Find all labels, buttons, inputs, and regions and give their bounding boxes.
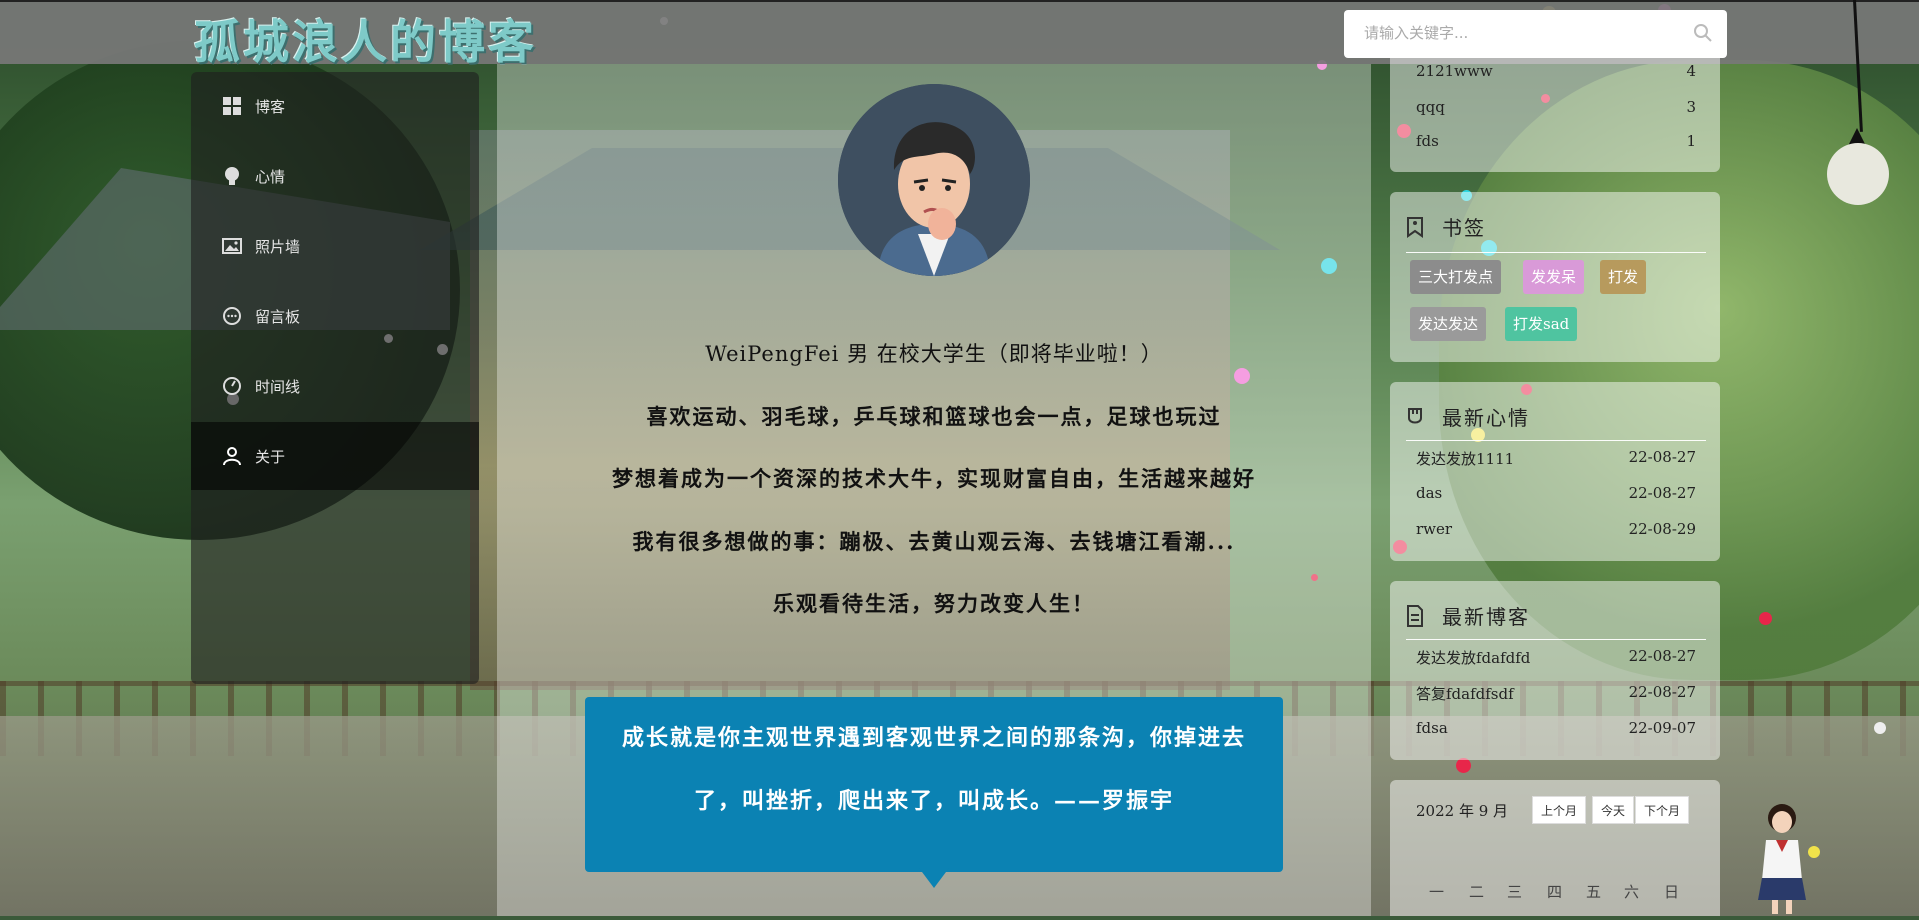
category-count: 4 [1686,62,1696,80]
mood-row[interactable]: rwer 22-08-29 [1416,520,1696,538]
nav-label: 关于 [255,447,286,466]
divider [1406,252,1706,253]
weekday-label: 日 [1664,883,1680,901]
latest-blog-card: 最新博客 发达发放fdafdfd 22-08-27 答复fdafdfsdf 22… [1390,581,1720,760]
blog-title: 发达发放fdafdfd [1416,649,1531,667]
about-line: 乐观看待生活，努力改变人生！ [773,591,1095,616]
mood-text: das [1416,484,1443,502]
blog-title: 答复fdafdfsdf [1416,685,1514,703]
nav-item-photos[interactable]: 照片墙 [191,212,479,280]
search-icon[interactable] [1693,23,1713,47]
mood-icon [1406,406,1428,428]
nav-label: 时间线 [255,377,301,396]
mood-row[interactable]: 发达发放1111 22-08-27 [1416,448,1696,469]
back-to-top-lamp[interactable] [1827,143,1889,205]
search-input[interactable] [1362,23,1686,43]
mood-date: 22-08-29 [1628,520,1696,538]
sidebar-nav: 博客 心情 照片墙 留言板 时间线 关于 [191,72,479,684]
category-name: 2121www [1416,62,1493,80]
about-line: 梦想着成为一个资深的技术大牛，实现财富自由，生活越来越好 [612,466,1256,491]
calendar-card: 2022 年 9 月 上个月 今天 下个月 一 二 三 四 五 六 日 [1390,780,1720,916]
nav-label: 博客 [255,97,286,116]
nav-item-mood[interactable]: 心情 [191,142,479,210]
divider [1406,440,1706,441]
latest-mood-card: 最新心情 发达发放1111 22-08-27 das 22-08-27 rwer… [1390,382,1720,561]
weekday-label: 三 [1507,883,1523,901]
nav-item-about[interactable]: 关于 [191,422,479,490]
category-row[interactable]: 2121www 4 [1416,62,1696,80]
petal-dot [1759,612,1772,625]
bookmark-tag[interactable]: 发发呆 [1523,260,1585,294]
bookmark-tag[interactable]: 三大打发点 [1410,260,1502,294]
category-name: fds [1416,132,1439,150]
card-title: 最新心情 [1406,402,1530,431]
bulb-icon [221,165,243,187]
blog-date: 22-08-27 [1628,647,1696,665]
mood-text: rwer [1416,520,1453,538]
chat-icon [221,305,243,327]
nav-item-guestbook[interactable]: 留言板 [191,282,479,350]
quote-box: 成长就是你主观世界遇到客观世界之间的那条沟，你掉进去 了，叫挫折，爬出来了，叫成… [585,697,1283,872]
mood-row[interactable]: das 22-08-27 [1416,484,1696,502]
clock-icon [221,375,243,397]
category-row[interactable]: fds 1 [1416,132,1696,150]
avatar [838,84,1030,276]
bookmark-tag[interactable]: 打发sad [1505,307,1578,341]
category-count: 1 [1686,132,1696,150]
category-name: qqq [1416,98,1445,116]
nav-label: 照片墙 [255,237,301,256]
quote-line: 成长就是你主观世界遇到客观世界之间的那条沟，你掉进去 [621,725,1246,751]
weekday-label: 五 [1586,883,1602,901]
quote-line: 了，叫挫折，爬出来了，叫成长。——罗振宇 [693,788,1174,814]
weekday-label: 四 [1547,883,1563,901]
grid-icon [221,95,243,117]
mood-date: 22-08-27 [1628,448,1696,466]
mood-date: 22-08-27 [1628,484,1696,502]
weekday-label: 六 [1624,883,1640,901]
nav-item-blog[interactable]: 博客 [191,72,479,140]
about-line: WeiPengFei 男 在校大学生（即将毕业啦！） [705,342,1163,366]
next-month-button[interactable]: 下个月 [1635,796,1690,824]
today-button[interactable]: 今天 [1592,796,1635,824]
calendar-month: 2022 年 9 月 [1416,802,1509,820]
mood-text: 发达发放1111 [1416,450,1515,468]
about-line: 喜欢运动、羽毛球，乒乓球和篮球也会一点，足球也玩过 [646,404,1222,429]
card-title: 书签 [1406,212,1486,241]
weekday-label: 一 [1429,883,1445,901]
bookmark-icon [1406,216,1428,238]
divider [1406,639,1706,640]
category-card: 2121www 4 qqq 3 fds 1 [1390,50,1720,172]
card-title: 最新博客 [1406,601,1530,630]
document-icon [1406,604,1428,627]
about-line: 我有很多想做的事：蹦极、去黄山观云海、去钱塘江看潮... [632,529,1236,554]
blog-date: 22-09-07 [1628,719,1696,737]
petal-dot [1874,722,1886,734]
weekday-label: 二 [1469,883,1485,901]
bookmark-tag[interactable]: 打发 [1600,260,1647,294]
blog-date: 22-08-27 [1628,683,1696,701]
prev-month-button[interactable]: 上个月 [1532,796,1587,824]
nav-label: 心情 [255,167,286,186]
blog-row[interactable]: 答复fdafdfsdf 22-08-27 [1416,683,1696,704]
category-row[interactable]: qqq 3 [1416,98,1696,116]
bookmark-tag[interactable]: 发达发达 [1410,307,1487,341]
blog-title: fdsa [1416,719,1448,737]
nav-label: 留言板 [255,307,301,326]
bookmark-card: 书签 三大打发点 发发呆 打发 发达发达 打发sad [1390,192,1720,362]
image-icon [221,235,243,257]
petal-dot [1456,758,1471,773]
anime-girl-sticker [1752,800,1812,916]
site-logo[interactable]: 孤城浪人的博客 [194,6,537,72]
blog-row[interactable]: fdsa 22-09-07 [1416,719,1696,737]
category-count: 3 [1686,98,1696,116]
blog-row[interactable]: 发达发放fdafdfd 22-08-27 [1416,647,1696,668]
nav-item-timeline[interactable]: 时间线 [191,352,479,420]
user-icon [221,445,243,467]
